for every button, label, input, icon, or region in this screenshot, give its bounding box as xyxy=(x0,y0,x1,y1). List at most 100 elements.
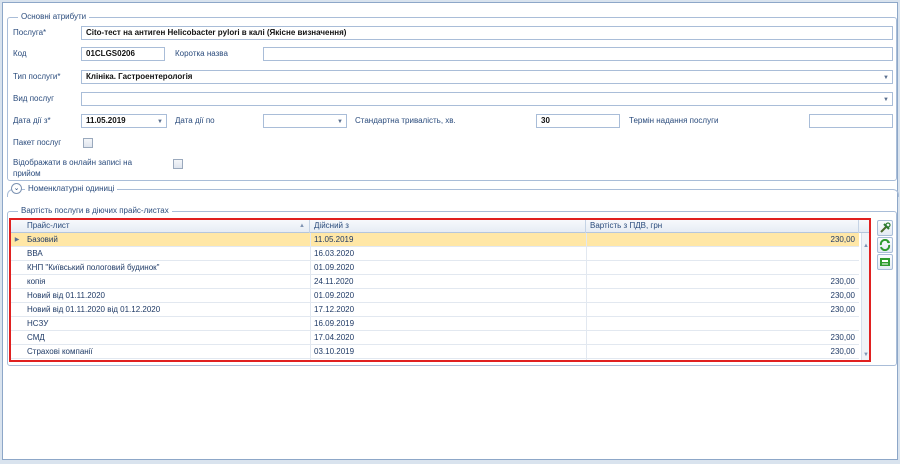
cell-price xyxy=(586,247,859,261)
main-attributes-title: Основні атрибути xyxy=(18,12,90,22)
online-label-line1: Відображати в онлайн записі на xyxy=(13,158,133,167)
row-indicator-icon xyxy=(11,331,23,345)
tools-button[interactable] xyxy=(877,220,893,236)
service-type-label: Тип послуги* xyxy=(13,72,61,81)
scroll-up-icon[interactable]: ▲ xyxy=(863,243,869,249)
service-type-value: Клініка. Гастроентерологія xyxy=(86,72,193,81)
std-duration-label: Стандартна тривалість, хв. xyxy=(355,116,456,125)
term-field[interactable] xyxy=(809,114,893,128)
cell-valid-from: 24.11.2020 xyxy=(314,277,354,286)
cell-price xyxy=(586,317,859,331)
service-kind-label: Вид послуг xyxy=(13,94,55,103)
date-to-picker[interactable]: ▼ xyxy=(263,114,347,128)
row-indicator-icon xyxy=(11,289,23,303)
code-field[interactable]: 01CLGS0206 xyxy=(81,47,165,61)
cell-price: 230,00 xyxy=(830,291,855,300)
grid-header: Прайс-лист ▲ Дійсний з Вартість з ПДВ, г… xyxy=(11,220,869,233)
date-from-picker[interactable]: 11.05.2019 ▼ xyxy=(81,114,167,128)
row-indicator-icon xyxy=(11,261,23,275)
cell-price-list: СМД xyxy=(27,333,45,342)
table-row[interactable]: копія 24.11.2020 230,00 xyxy=(11,275,859,289)
cell-price-list: Новий від 01.11.2020 від 01.12.2020 xyxy=(27,305,161,314)
table-row[interactable]: Новий від 01.11.2020 01.09.2020 230,00 xyxy=(11,289,859,303)
row-indicator-icon xyxy=(11,345,23,359)
online-label-line2: прийом xyxy=(13,169,41,178)
column-header-price[interactable]: Вартість з ПДВ, грн xyxy=(586,220,859,233)
column-header-label: Прайс-лист xyxy=(27,221,70,230)
tools-icon xyxy=(880,222,891,233)
row-indicator-icon xyxy=(11,303,23,317)
table-row[interactable]: ▶ Базовий 11.05.2019 230,00 xyxy=(11,233,859,247)
column-header-valid-from[interactable]: Дійсний з xyxy=(310,220,586,233)
chevron-down-icon[interactable]: ⌄ xyxy=(11,183,22,194)
table-row[interactable]: КНП "Київський пологовий будинок" 01.09.2… xyxy=(11,261,859,275)
column-separator xyxy=(310,233,311,360)
export-button[interactable] xyxy=(877,254,893,270)
cell-valid-from: 01.09.2020 xyxy=(314,263,355,272)
date-from-label: Дата дії з* xyxy=(13,116,51,125)
refresh-button[interactable] xyxy=(877,237,893,253)
cell-price-list: НСЗУ xyxy=(27,319,49,328)
cell-valid-from: 17.12.2020 xyxy=(314,305,355,314)
package-label: Пакет послуг xyxy=(13,138,62,147)
column-header-price-list[interactable]: Прайс-лист ▲ xyxy=(23,220,310,233)
service-label: Послуга* xyxy=(13,28,47,37)
cell-price-list: копія xyxy=(27,277,46,286)
cell-price xyxy=(586,261,859,275)
nomenclature-expander[interactable]: ⌄ Номенклатурні одиниці xyxy=(7,183,899,197)
cell-price-list: Новий від 01.11.2020 xyxy=(27,291,105,300)
grid-scrollbar[interactable]: ▲ ▼ xyxy=(861,233,869,360)
row-indicator-icon xyxy=(11,317,23,331)
calendar-dropdown-icon[interactable]: ▼ xyxy=(337,116,343,127)
online-checkbox[interactable] xyxy=(173,159,183,169)
cell-valid-from: 17.04.2020 xyxy=(314,333,355,342)
cell-price: 230,00 xyxy=(830,277,855,286)
row-indicator-icon xyxy=(11,247,23,261)
row-indicator-icon: ▶ xyxy=(14,237,20,243)
cell-price-list: Базовий xyxy=(27,235,58,244)
cell-price: 230,00 xyxy=(830,235,855,244)
package-checkbox[interactable] xyxy=(83,138,93,148)
dropdown-arrow-icon[interactable]: ▼ xyxy=(883,94,889,105)
cell-valid-from: 03.10.2019 xyxy=(314,347,355,356)
column-separator xyxy=(586,233,587,360)
service-window: Основні атрибути Послуга* Cito-тест на а… xyxy=(2,2,899,460)
refresh-icon xyxy=(879,239,891,251)
table-row[interactable]: СМД 17.04.2020 230,00 xyxy=(11,331,859,345)
column-header-label: Вартість з ПДВ, грн xyxy=(590,221,663,230)
service-field[interactable]: Cito-тест на антиген Helicobacter pylori… xyxy=(81,26,893,40)
cell-valid-from: 11.05.2019 xyxy=(314,235,354,244)
price-list-grid: Прайс-лист ▲ Дійсний з Вартість з ПДВ, г… xyxy=(9,218,871,362)
status-strip xyxy=(0,460,900,464)
cell-valid-from: 16.03.2020 xyxy=(314,249,355,258)
term-label: Термін надання послуги xyxy=(629,116,719,125)
expander-border xyxy=(7,189,899,197)
table-row[interactable]: Страхові компанії 03.10.2019 230,00 xyxy=(11,345,859,359)
cell-price: 230,00 xyxy=(830,333,855,342)
cell-price: 230,00 xyxy=(830,305,855,314)
row-indicator-icon xyxy=(11,275,23,289)
nomenclature-title: Номенклатурні одиниці xyxy=(25,183,118,194)
cell-price: 230,00 xyxy=(830,347,855,356)
prices-title: Вартість послуги в діючих прайс-листах xyxy=(18,206,172,216)
std-duration-field[interactable]: 30 xyxy=(536,114,620,128)
column-header-label: Дійсний з xyxy=(314,221,349,230)
date-from-value: 11.05.2019 xyxy=(86,116,126,125)
cell-price-list: Страхові компанії xyxy=(27,347,93,356)
service-type-select[interactable]: Клініка. Гастроентерологія ▼ xyxy=(81,70,893,84)
service-kind-select[interactable]: ▼ xyxy=(81,92,893,106)
cell-price-list: КНП "Київський пологовий будинок" xyxy=(27,263,160,272)
cell-valid-from: 16.09.2019 xyxy=(314,319,355,328)
short-name-label: Коротка назва xyxy=(175,49,228,58)
sort-asc-icon: ▲ xyxy=(299,223,305,229)
table-row[interactable]: Новий від 01.11.2020 від 01.12.2020 17.12… xyxy=(11,303,859,317)
code-label: Код xyxy=(13,49,27,58)
table-row[interactable]: ВВА 16.03.2020 xyxy=(11,247,859,261)
calendar-dropdown-icon[interactable]: ▼ xyxy=(157,116,163,127)
table-row[interactable]: НСЗУ 16.09.2019 xyxy=(11,317,859,331)
scroll-down-icon[interactable]: ▼ xyxy=(863,352,869,358)
dropdown-arrow-icon[interactable]: ▼ xyxy=(883,72,889,83)
short-name-field[interactable] xyxy=(263,47,893,61)
cell-price-list: ВВА xyxy=(27,249,43,258)
export-icon xyxy=(880,258,890,266)
